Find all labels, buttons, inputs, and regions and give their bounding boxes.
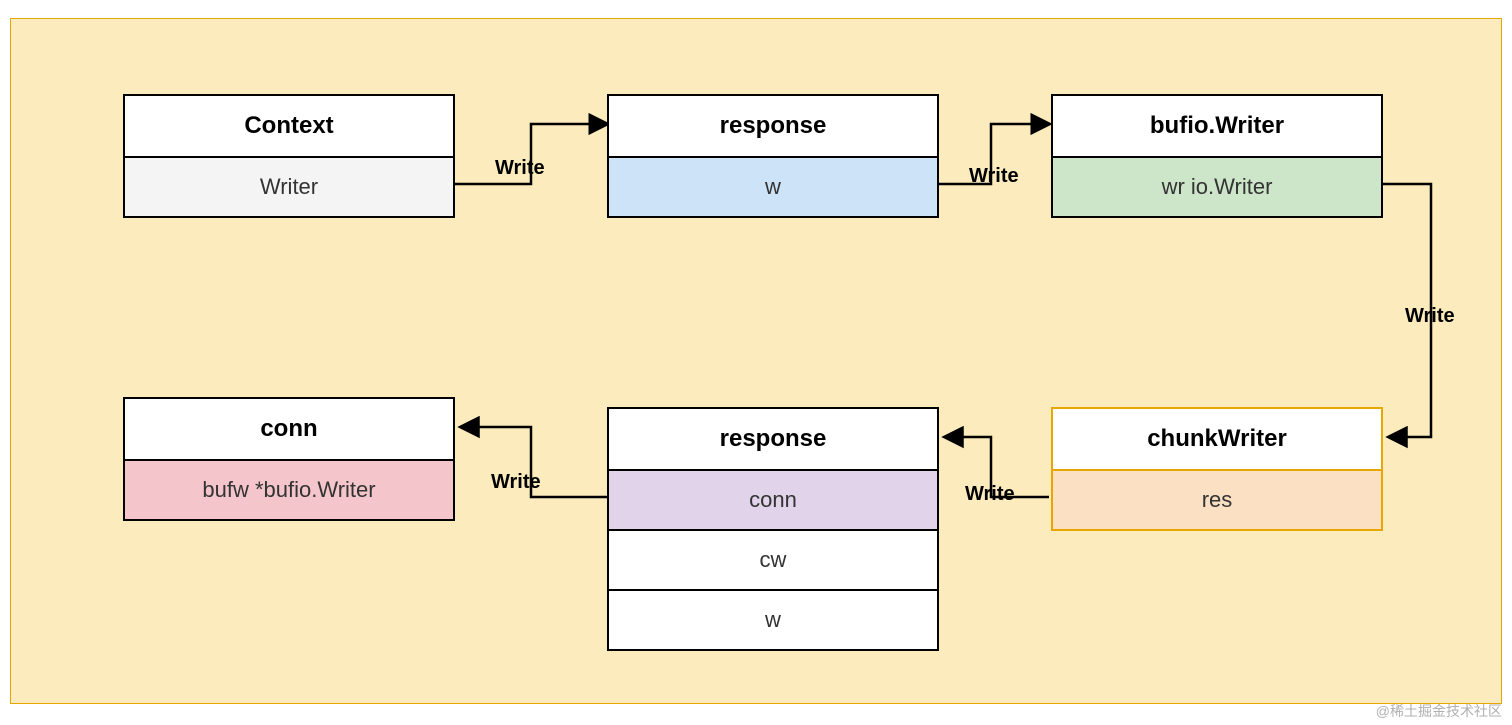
edge-label-2: Write [969, 165, 1019, 188]
box-bufio-writer: bufio.Writer wr io.Writer [1051, 94, 1383, 218]
edge-label-3: Write [1405, 305, 1455, 328]
watermark: @稀土掘金技术社区 [1376, 701, 1502, 721]
box-response-bottom-title: response [609, 409, 937, 469]
box-chunk-writer-title: chunkWriter [1053, 409, 1381, 469]
box-context-field-0: Writer [125, 156, 453, 216]
box-response-top-title: response [609, 96, 937, 156]
box-conn: conn bufw *bufio.Writer [123, 397, 455, 521]
box-conn-title: conn [125, 399, 453, 459]
box-chunk-writer-field-0: res [1053, 469, 1381, 529]
box-conn-field-0: bufw *bufio.Writer [125, 459, 453, 519]
box-response-bottom-field-2: w [609, 589, 937, 649]
box-bufio-writer-field-0: wr io.Writer [1053, 156, 1381, 216]
diagram-canvas: Context Writer response w bufio.Writer w… [10, 18, 1502, 704]
edge-label-5: Write [491, 471, 541, 494]
box-bufio-writer-title: bufio.Writer [1053, 96, 1381, 156]
box-response-top-field-0: w [609, 156, 937, 216]
box-response-top: response w [607, 94, 939, 218]
edge-label-4: Write [965, 483, 1015, 506]
box-response-bottom-field-1: cw [609, 529, 937, 589]
box-response-bottom-field-0: conn [609, 469, 937, 529]
box-context-title: Context [125, 96, 453, 156]
box-context: Context Writer [123, 94, 455, 218]
box-chunk-writer: chunkWriter res [1051, 407, 1383, 531]
box-response-bottom: response conn cw w [607, 407, 939, 651]
edge-label-1: Write [495, 157, 545, 180]
